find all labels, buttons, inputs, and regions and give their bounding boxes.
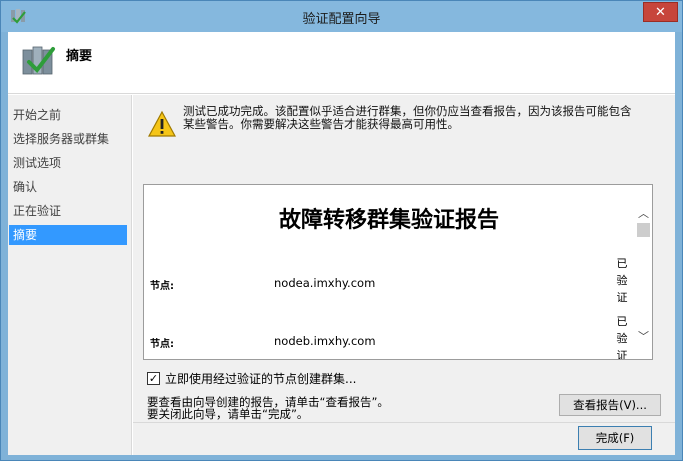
window-title: 验证配置向导 xyxy=(302,12,381,27)
wizard-header: 摘要 xyxy=(8,32,675,94)
report-title: 故障转移群集验证报告 xyxy=(278,208,499,233)
wizard-window: 验证配置向导 ✕ 摘要 开始之前 选择服务器或群集 测试选项 确认 正在验证 摘… xyxy=(0,0,683,461)
title-bar[interactable]: 验证配置向导 ✕ xyxy=(1,1,682,32)
cluster-validation-icon xyxy=(22,46,55,75)
node-value: nodea.imxhy.com xyxy=(274,276,376,290)
page-title: 摘要 xyxy=(66,49,93,64)
create-cluster-checkbox[interactable]: ✓ xyxy=(147,371,160,385)
scroll-down-icon[interactable]: ﹀ xyxy=(635,328,652,345)
report-preview[interactable]: 故障转移群集验证报告 节点: nodea.imxhy.com 已 验 证 节点:… xyxy=(143,184,653,360)
create-cluster-option[interactable]: ✓ 立即使用经过验证的节点创建群集... xyxy=(147,370,356,386)
create-cluster-label[interactable]: 立即使用经过验证的节点创建群集... xyxy=(165,370,356,387)
nav-item-testing-options[interactable]: 测试选项 xyxy=(9,153,127,173)
view-report-button[interactable]: 查看报告(V)... xyxy=(559,394,661,416)
scroll-up-icon[interactable]: ︿ xyxy=(635,205,652,222)
node-status: 已 验 证 xyxy=(616,315,628,360)
node-label: 节点: xyxy=(150,281,174,292)
footer-divider xyxy=(133,422,675,423)
nav-item-summary[interactable]: 摘要 xyxy=(9,225,127,245)
nav-item-before-you-begin[interactable]: 开始之前 xyxy=(9,105,127,125)
main-panel: 测试已成功完成。该配置似乎适合进行群集，但你仍应当查看报告，因为该报告可能包含 … xyxy=(133,95,675,455)
warning-icon xyxy=(147,110,177,137)
nav-item-validating[interactable]: 正在验证 xyxy=(9,201,127,221)
finish-button[interactable]: 完成(F) xyxy=(578,426,652,450)
node-label: 节点: xyxy=(150,339,174,350)
warning-message: 测试已成功完成。该配置似乎适合进行群集，但你仍应当查看报告，因为该报告可能包含 … xyxy=(183,105,663,131)
instruction-line-2: 要关闭此向导，请单击“完成”。 xyxy=(147,407,309,421)
wizard-client: 摘要 开始之前 选择服务器或群集 测试选项 确认 正在验证 摘要 测试已成功完成… xyxy=(8,32,675,455)
warning-line-2: 某些警告。你需要解决这些警告才能获得最高可用性。 xyxy=(183,117,459,131)
nav-item-select-servers[interactable]: 选择服务器或群集 xyxy=(9,129,127,149)
report-scrollbar[interactable]: ︿ ﹀ xyxy=(635,185,652,359)
wizard-nav: 开始之前 选择服务器或群集 测试选项 确认 正在验证 摘要 xyxy=(8,95,132,455)
scroll-thumb[interactable] xyxy=(637,223,650,237)
close-button[interactable]: ✕ xyxy=(643,2,678,22)
node-status: 已 验 证 xyxy=(616,257,628,304)
instructions-text: 要查看由向导创建的报告，请单击“查看报告”。 要关闭此向导，请单击“完成”。 xyxy=(147,396,389,420)
node-value: nodeb.imxhy.com xyxy=(274,334,376,348)
nav-item-confirmation[interactable]: 确认 xyxy=(9,177,127,197)
